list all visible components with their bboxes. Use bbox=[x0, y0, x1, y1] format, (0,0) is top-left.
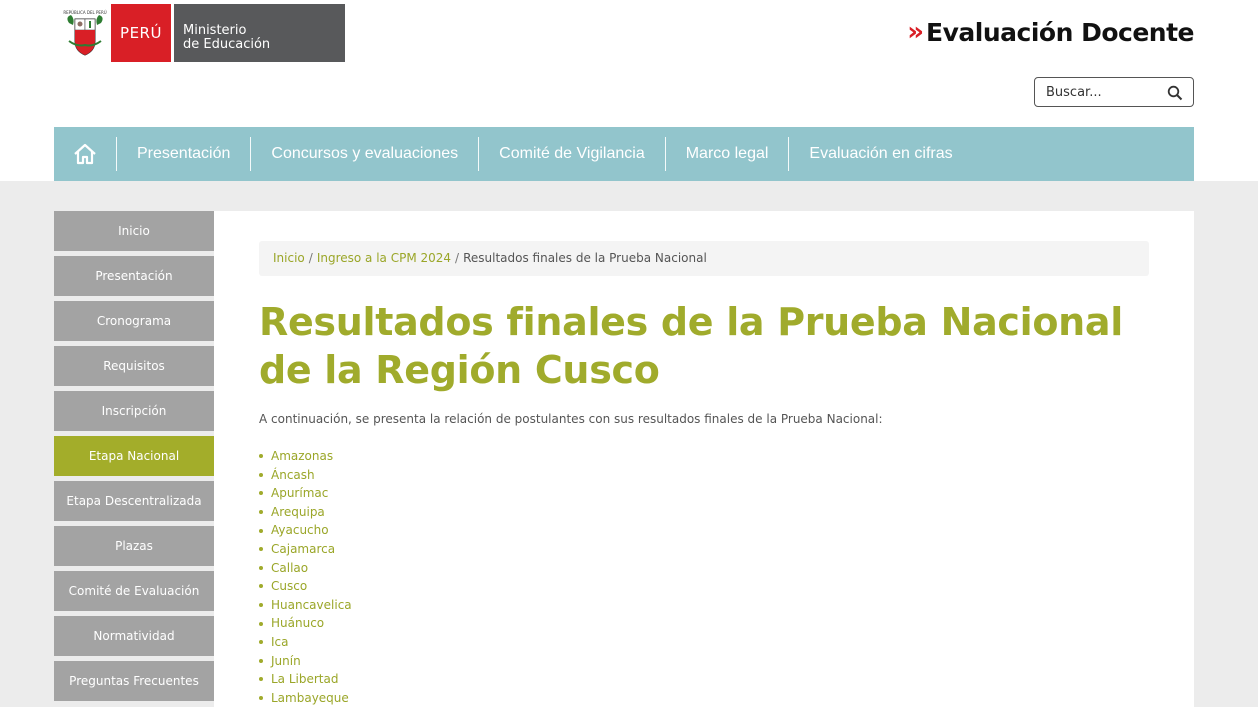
nav-marco-legal[interactable]: Marco legal bbox=[666, 127, 789, 181]
brand-chevron-icon: » bbox=[907, 17, 924, 47]
shield-caption: REPÚBLICA DEL PERÚ bbox=[63, 10, 106, 15]
sidebar-item-preguntas-frecuentes[interactable]: Preguntas Frecuentes bbox=[54, 661, 214, 701]
sidebar-item-cronograma[interactable]: Cronograma bbox=[54, 301, 214, 341]
region-link[interactable]: Arequipa bbox=[271, 503, 325, 522]
region-link[interactable]: Lambayeque bbox=[271, 689, 349, 707]
nav-evaluacion-cifras[interactable]: Evaluación en cifras bbox=[789, 127, 972, 181]
nav-divider bbox=[250, 137, 252, 171]
sidebar: Inicio Presentación Cronograma Requisito… bbox=[54, 211, 214, 706]
region-link[interactable]: Ica bbox=[271, 633, 289, 652]
list-item: Ica bbox=[259, 633, 352, 652]
sidebar-item-presentacion[interactable]: Presentación bbox=[54, 256, 214, 296]
list-item: Áncash bbox=[259, 466, 352, 485]
list-item: Cusco bbox=[259, 577, 352, 596]
sidebar-item-etapa-nacional[interactable]: Etapa Nacional bbox=[54, 436, 214, 476]
search-input[interactable] bbox=[1035, 78, 1159, 106]
nav-divider bbox=[664, 137, 666, 171]
list-item: Ayacucho bbox=[259, 521, 352, 540]
bullet-icon bbox=[259, 454, 263, 459]
sidebar-item-requisitos[interactable]: Requisitos bbox=[54, 346, 214, 386]
gov-logo[interactable]: REPÚBLICA DEL PERÚ PERÚ Ministerio de Ed… bbox=[59, 4, 345, 62]
bullet-icon bbox=[259, 584, 263, 589]
sidebar-item-plazas[interactable]: Plazas bbox=[54, 526, 214, 566]
bullet-icon bbox=[259, 547, 263, 552]
bullet-icon bbox=[259, 528, 263, 533]
nav-presentacion[interactable]: Presentación bbox=[117, 127, 250, 181]
sidebar-item-comite-evaluacion[interactable]: Comité de Evaluación bbox=[54, 571, 214, 611]
breadcrumb-link-ingreso[interactable]: Ingreso a la CPM 2024 bbox=[317, 251, 451, 265]
nav-home-button[interactable] bbox=[54, 127, 116, 181]
search-box bbox=[1034, 77, 1194, 107]
ministry-label: Ministerio de Educación bbox=[174, 4, 345, 62]
bullet-icon bbox=[259, 621, 263, 626]
bullet-icon bbox=[259, 677, 263, 682]
nav-concursos[interactable]: Concursos y evaluaciones bbox=[251, 127, 478, 181]
bullet-icon bbox=[259, 640, 263, 645]
sidebar-item-inicio[interactable]: Inicio bbox=[54, 211, 214, 251]
list-item: La Libertad bbox=[259, 670, 352, 689]
nav-divider bbox=[116, 137, 117, 171]
sidebar-item-normatividad[interactable]: Normatividad bbox=[54, 616, 214, 656]
page: REPÚBLICA DEL PERÚ PERÚ Ministerio de Ed… bbox=[0, 0, 1258, 707]
breadcrumb-separator: / bbox=[455, 251, 460, 265]
sidebar-item-etapa-descentralizada[interactable]: Etapa Descentralizada bbox=[54, 481, 214, 521]
page-title: Resultados finales de la Prueba Nacional… bbox=[259, 300, 1124, 392]
list-item: Lambayeque bbox=[259, 689, 352, 707]
region-link[interactable]: Huancavelica bbox=[271, 596, 352, 615]
peru-label: PERÚ bbox=[111, 4, 171, 62]
sidebar-item-inscripcion[interactable]: Inscripción bbox=[54, 391, 214, 431]
region-link[interactable]: La Libertad bbox=[271, 670, 338, 689]
region-link[interactable]: Apurímac bbox=[271, 484, 328, 503]
brand-title: Evaluación Docente bbox=[926, 17, 1194, 47]
list-item: Arequipa bbox=[259, 503, 352, 522]
ministry-line-2: de Educación bbox=[183, 37, 271, 52]
bullet-icon bbox=[259, 658, 263, 663]
coat-of-arms-icon: REPÚBLICA DEL PERÚ bbox=[59, 4, 111, 62]
nav-divider bbox=[788, 137, 790, 171]
main-content: Inicio / Ingreso a la CPM 2024/Resultados … bbox=[214, 211, 1194, 707]
list-item: Apurímac bbox=[259, 484, 352, 503]
region-link[interactable]: Áncash bbox=[271, 466, 315, 485]
list-item: Huancavelica bbox=[259, 596, 352, 615]
list-item: Cajamarca bbox=[259, 540, 352, 559]
bullet-icon bbox=[259, 491, 263, 496]
breadcrumb-separator: / bbox=[308, 251, 313, 265]
bullet-icon bbox=[259, 565, 263, 570]
home-icon bbox=[74, 143, 96, 165]
list-item: Amazonas bbox=[259, 447, 352, 466]
bullet-icon bbox=[259, 696, 263, 701]
list-item: Junín bbox=[259, 652, 352, 671]
bullet-icon bbox=[259, 510, 263, 515]
region-link[interactable]: Cusco bbox=[271, 577, 307, 596]
ministry-line-1: Ministerio bbox=[183, 23, 247, 38]
main-nav: Presentación Concursos y evaluaciones Co… bbox=[54, 127, 1194, 181]
list-item: Huánuco bbox=[259, 614, 352, 633]
region-link[interactable]: Amazonas bbox=[271, 447, 333, 466]
region-list: Amazonas Áncash Apurímac Arequipa Ayacuc… bbox=[259, 447, 352, 707]
list-item: Callao bbox=[259, 559, 352, 578]
nav-comite-vigilancia[interactable]: Comité de Vigilancia bbox=[479, 127, 665, 181]
nav-divider bbox=[478, 137, 480, 171]
breadcrumb-link-inicio[interactable]: Inicio bbox=[273, 251, 305, 265]
region-link[interactable]: Junín bbox=[271, 652, 301, 671]
intro-text: A continuación, se presenta la relación … bbox=[259, 412, 883, 426]
region-link[interactable]: Ayacucho bbox=[271, 521, 329, 540]
region-link[interactable]: Callao bbox=[271, 559, 308, 578]
bullet-icon bbox=[259, 603, 263, 608]
search-icon[interactable] bbox=[1167, 85, 1183, 101]
breadcrumb-current: Resultados finales de la Prueba Nacional bbox=[463, 251, 707, 265]
breadcrumb: Inicio / Ingreso a la CPM 2024/Resultados … bbox=[259, 241, 1149, 276]
region-link[interactable]: Cajamarca bbox=[271, 540, 335, 559]
bullet-icon bbox=[259, 472, 263, 477]
region-link[interactable]: Huánuco bbox=[271, 614, 324, 633]
brand-logo[interactable]: » Evaluación Docente bbox=[907, 15, 1194, 49]
